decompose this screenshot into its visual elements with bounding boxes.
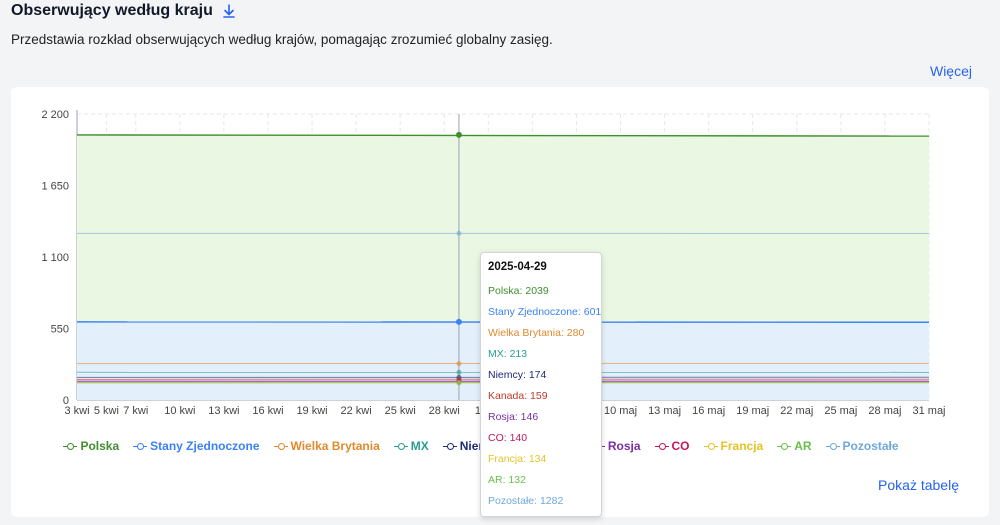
legend-marker-icon (654, 442, 669, 450)
tooltip-row: AR: 132 (488, 474, 526, 486)
x-tick-label: 31 maj (912, 405, 945, 417)
legend-label: Wielka Brytania (290, 439, 380, 453)
page-title-row: Obserwujący według kraju (11, 2, 237, 20)
legend-marker-icon (393, 442, 408, 450)
legend-item[interactable]: Polska (63, 439, 119, 453)
tooltip-row: CO: 140 (488, 432, 528, 444)
x-tick-label: 28 kwi (429, 405, 460, 417)
x-tick-label: 5 kwi (94, 405, 119, 417)
x-tick-label: 22 kwi (341, 405, 372, 417)
x-tick-label: 25 maj (824, 405, 857, 417)
hover-point (456, 369, 462, 375)
legend-label: CO (671, 439, 690, 453)
y-tick-label: 2 200 (41, 109, 69, 121)
x-tick-label: 10 maj (604, 405, 637, 417)
tooltip-row: Wielka Brytania: 280 (488, 327, 585, 339)
chart-tooltip: 2025-04-29 Polska: 2039 Stany Zjednoczone… (480, 252, 602, 517)
legend-item[interactable]: CO (654, 439, 690, 453)
tooltip-date: 2025-04-29 (488, 261, 547, 273)
legend-label: Rosja (607, 439, 641, 453)
x-tick-label: 3 kwi (64, 405, 89, 417)
tooltip-row: Francja: 134 (488, 453, 547, 465)
page-subtitle: Przedstawia rozkład obserwujących według… (11, 32, 553, 47)
show-table-link[interactable]: Pokaż tabelę (878, 477, 959, 493)
x-tick-label: 28 maj (868, 405, 901, 417)
tooltip-row: Rosja: 146 (488, 411, 539, 423)
legend-label: MX (410, 439, 429, 453)
tooltip-row: Stany Zjednoczone: 601 (488, 306, 602, 318)
legend-marker-icon (825, 442, 840, 450)
legend-marker-icon (703, 442, 718, 450)
x-tick-label: 19 maj (736, 405, 769, 417)
x-tick-label: 22 maj (780, 405, 813, 417)
y-tick-label: 550 (51, 324, 69, 336)
legend-marker-icon (777, 442, 792, 450)
legend-label: Francja (720, 439, 764, 453)
hover-point (455, 131, 462, 138)
x-tick-label: 13 maj (648, 405, 681, 417)
chart-card: 0 550 1 100 1 650 2 200 3 kwi 5 kwi 7 kwi 10 kwi… (11, 87, 989, 517)
x-tick-label: 7 kwi (123, 405, 148, 417)
legend-label: AR (794, 439, 812, 453)
tooltip-row: MX: 213 (488, 348, 528, 360)
more-link[interactable]: Więcej (930, 63, 972, 79)
legend-marker-icon (133, 442, 148, 450)
hover-point (455, 318, 462, 325)
legend-marker-icon (273, 442, 288, 450)
x-tick-label: 16 kwi (252, 405, 283, 417)
legend-label: Pozostałe (842, 439, 899, 453)
x-tick-label: 13 kwi (208, 405, 239, 417)
hover-point (456, 380, 462, 386)
download-icon[interactable] (221, 3, 237, 19)
tooltip-row: Polska: 2039 (488, 285, 549, 297)
legend-item[interactable]: Pozostałe (825, 439, 899, 453)
legend-label: Polska (80, 439, 120, 453)
x-tick-label: 19 kwi (296, 405, 327, 417)
legend-label: Stany Zjednoczone (150, 439, 260, 453)
hover-point (456, 361, 462, 367)
legend-item[interactable]: Stany Zjednoczone (133, 439, 260, 453)
page-title: Obserwujący według kraju (11, 2, 213, 19)
y-tick-label: 1 650 (41, 181, 69, 193)
y-tick-label: 1 100 (41, 252, 69, 264)
x-tick-label: 16 maj (692, 405, 725, 417)
x-tick-label: 25 kwi (385, 405, 416, 417)
legend-item[interactable]: Francja (703, 439, 764, 453)
legend-item[interactable]: Wielka Brytania (273, 439, 380, 453)
tooltip-row: Kanada: 159 (488, 390, 548, 402)
legend-marker-icon (442, 442, 457, 450)
legend-item[interactable]: MX (393, 439, 429, 453)
tooltip-row: Niemcy: 174 (488, 369, 547, 381)
tooltip-row: Pozostałe: 1282 (488, 495, 564, 507)
x-tick-label: 10 kwi (164, 405, 195, 417)
legend-marker-icon (63, 442, 78, 450)
hover-point (456, 230, 462, 236)
legend-item[interactable]: AR (777, 439, 812, 453)
